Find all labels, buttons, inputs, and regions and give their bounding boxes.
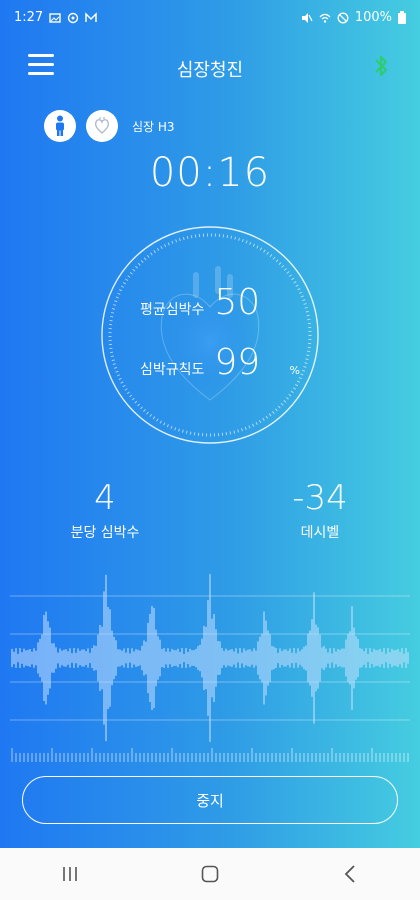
heart-rate-dial xyxy=(101,226,319,444)
heartbeat-regularity: 심박규칙도 99 % xyxy=(140,342,300,383)
battery-icon xyxy=(398,11,406,24)
avg-heart-rate-label: 평균심박수 xyxy=(140,302,205,318)
recent-apps-button[interactable] xyxy=(50,854,90,894)
decibel-label: 데시벨 xyxy=(300,525,340,541)
home-button[interactable] xyxy=(190,854,230,894)
stop-button[interactable]: 중지 xyxy=(22,776,398,824)
regularity-label: 심박규칙도 xyxy=(140,362,205,378)
heart-organ-icon[interactable] xyxy=(86,110,118,142)
bluetooth-icon[interactable] xyxy=(370,52,392,80)
device-row: 심장 H3 xyxy=(44,110,175,142)
device-name: 심장 H3 xyxy=(132,119,175,134)
page-title: 심장청진 xyxy=(176,60,244,81)
person-icon[interactable] xyxy=(44,110,76,142)
decibel-value: -34 xyxy=(292,478,348,518)
bpm-value: 4 xyxy=(94,478,116,518)
battery-percent: 100% xyxy=(354,10,392,25)
sync-icon xyxy=(68,12,79,23)
app-notification-icon xyxy=(85,11,97,22)
bpm-metric: 4 분당 심박수 xyxy=(35,478,175,542)
regularity-unit: % xyxy=(289,364,300,377)
mute-icon xyxy=(301,12,313,23)
avg-heart-rate-value: 50 xyxy=(214,282,261,323)
bpm-label: 분당 심박수 xyxy=(70,525,140,541)
system-nav-bar xyxy=(0,848,420,900)
avg-heart-rate: 평균심박수 50 xyxy=(140,282,420,323)
back-button[interactable] xyxy=(330,854,370,894)
status-time: 1:27 xyxy=(14,10,44,25)
dnd-icon xyxy=(337,12,349,23)
wifi-icon xyxy=(319,13,331,23)
gallery-icon xyxy=(49,12,61,23)
audio-waveform xyxy=(10,574,410,762)
decibel-metric: -34 데시벨 xyxy=(250,478,390,542)
regularity-value: 99 xyxy=(214,342,261,383)
status-bar: 1:27 100% xyxy=(0,0,420,36)
screen: 1:27 100% 심장청진 심장 H3 00:16 평균심박수 50 심박규칙… xyxy=(0,0,420,900)
app-bar: 심장청진 xyxy=(0,44,420,88)
elapsed-timer: 00:16 xyxy=(149,150,271,196)
